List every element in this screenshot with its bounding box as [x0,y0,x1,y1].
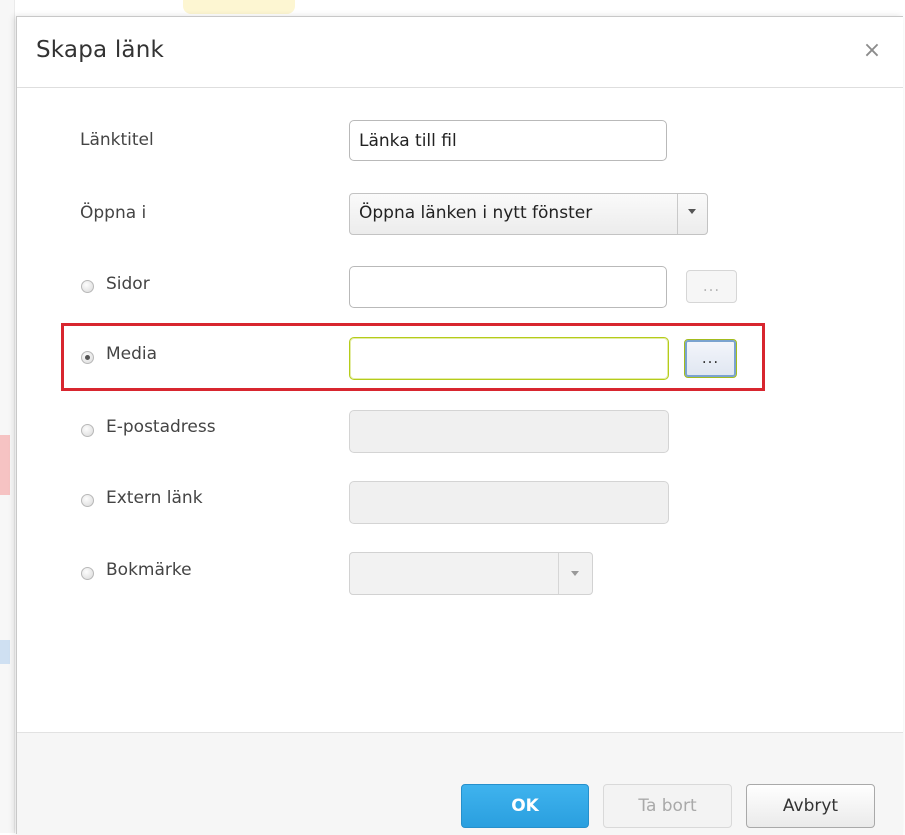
background-red-mark [0,435,10,495]
pages-radio[interactable] [81,280,94,293]
highlight-box [61,323,765,391]
dialog-header: Skapa länk × [17,17,903,88]
pages-browse-button[interactable]: ... [686,270,737,303]
open-in-select[interactable]: Öppna länken i nytt fönster [349,193,708,235]
cancel-button[interactable]: Avbryt [746,784,875,828]
link-title-input[interactable] [349,120,667,161]
close-icon[interactable]: × [860,39,884,63]
background-blue-mark [0,640,10,664]
ok-button[interactable]: OK [461,784,589,828]
bookmark-select[interactable] [349,552,593,595]
background-tab [183,0,295,14]
background-page-edge [0,0,15,833]
open-in-label: Öppna i [80,203,147,223]
open-in-selected-value: Öppna länken i nytt fönster [359,203,593,223]
chevron-down-icon[interactable] [677,194,707,234]
external-link-input[interactable] [349,481,669,524]
dialog-footer: OK Ta bort Avbryt [17,732,903,835]
create-link-dialog: Skapa länk × Länktitel Öppna i Öppna län… [16,16,903,835]
bookmark-label: Bokmärke [106,560,192,580]
external-link-radio[interactable] [81,494,94,507]
email-label: E-postadress [106,417,216,437]
email-input[interactable] [349,410,669,453]
external-link-label: Extern länk [106,488,203,508]
remove-button[interactable]: Ta bort [603,784,732,828]
link-title-label: Länktitel [80,130,154,150]
bookmark-radio[interactable] [81,567,94,580]
dialog-title: Skapa länk [36,37,164,63]
pages-input[interactable] [349,266,667,308]
email-radio[interactable] [81,424,94,437]
chevron-down-icon[interactable] [558,553,592,594]
pages-label: Sidor [106,274,150,294]
